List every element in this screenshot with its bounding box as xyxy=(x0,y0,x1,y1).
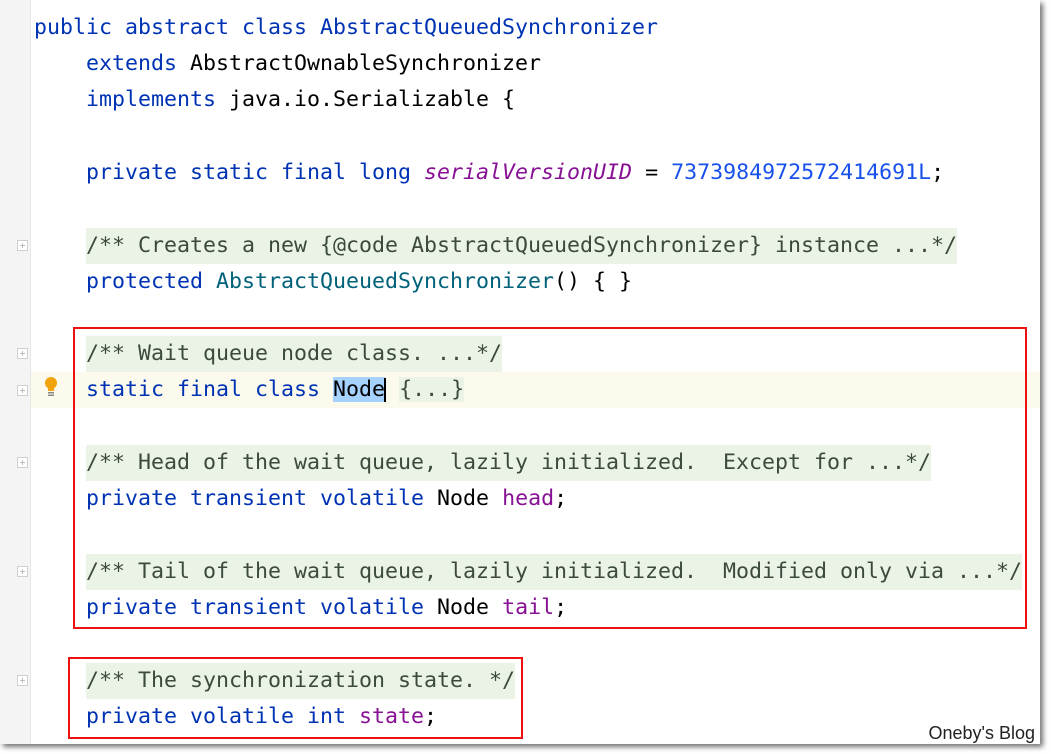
code-line: implements java.io.Serializable { xyxy=(86,82,515,118)
watermark: Oneby's Blog xyxy=(928,723,1036,743)
keyword: implements xyxy=(86,87,217,112)
keyword: private static final long xyxy=(86,160,412,185)
highlight-box-state xyxy=(68,657,523,739)
punctuation: () { } xyxy=(554,269,633,294)
punctuation: ; xyxy=(931,160,945,185)
code-line: public abstract class AbstractQueuedSync… xyxy=(34,10,658,46)
fold-icon[interactable] xyxy=(17,348,28,359)
code-line: extends AbstractOwnableSynchronizer xyxy=(86,46,541,82)
intention-bulb-icon[interactable] xyxy=(44,376,58,398)
fold-icon[interactable] xyxy=(17,675,28,686)
keyword: extends xyxy=(86,51,178,76)
code-line: private static final long serialVersionU… xyxy=(86,155,944,191)
fold-icon[interactable] xyxy=(17,457,28,468)
gutter xyxy=(0,0,31,744)
keyword: protected xyxy=(86,269,204,294)
type-name: AbstractOwnableSynchronizer xyxy=(190,51,542,76)
constructor-name: AbstractQueuedSynchronizer xyxy=(216,269,555,294)
code-line: protected AbstractQueuedSynchronizer() {… xyxy=(86,264,632,300)
code-editor[interactable]: public abstract class AbstractQueuedSync… xyxy=(0,0,1040,744)
doc-comment[interactable]: /** Creates a new {@code AbstractQueuedS… xyxy=(86,228,958,264)
fold-icon[interactable] xyxy=(17,385,28,396)
fold-icon[interactable] xyxy=(17,566,28,577)
number-literal: 7373984972572414691L xyxy=(671,160,932,185)
type-name: java.io.Serializable { xyxy=(229,87,516,112)
class-declaration: public abstract class AbstractQueuedSync… xyxy=(34,15,659,40)
highlight-box-node-fields xyxy=(73,327,1027,629)
field-name: serialVersionUID xyxy=(424,160,633,185)
operator: = xyxy=(645,160,659,185)
fold-icon[interactable] xyxy=(17,240,28,251)
